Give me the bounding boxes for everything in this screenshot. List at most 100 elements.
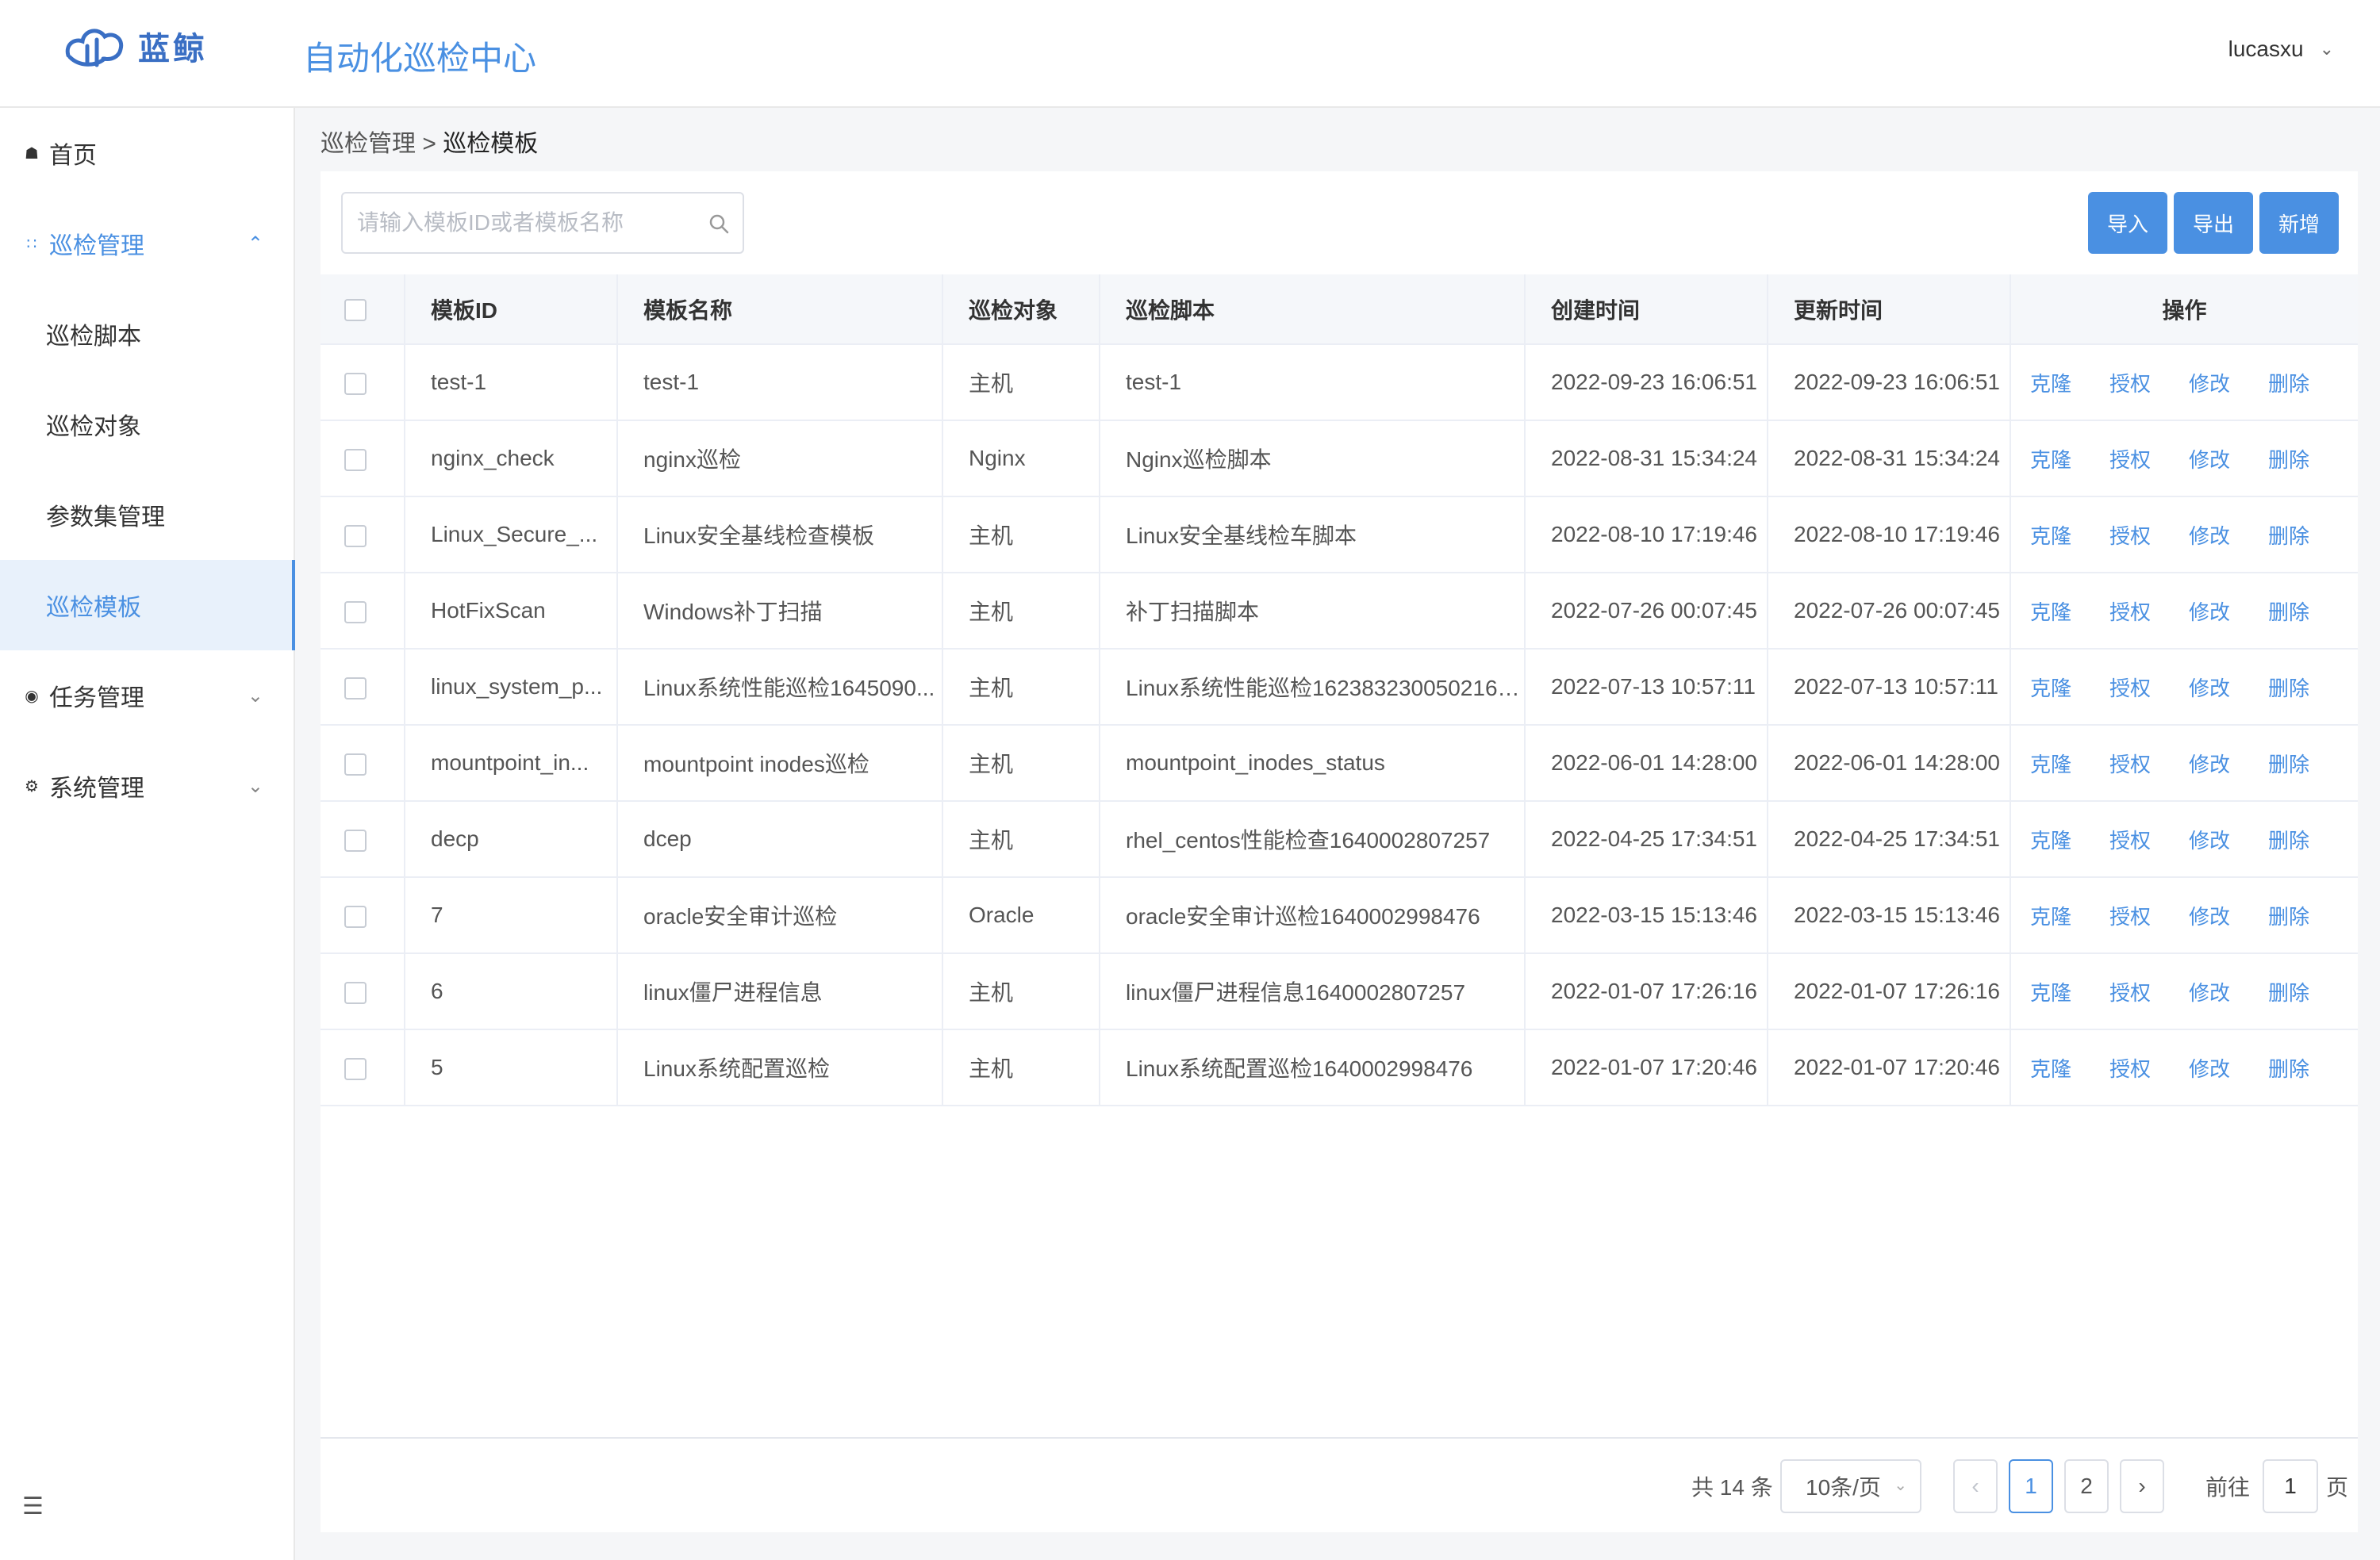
table-row: nginx_check nginx巡检 Nginx Nginx巡检脚本 2022-08-… — [321, 420, 2358, 497]
delete-link[interactable]: 删除 — [2249, 673, 2328, 702]
clone-link[interactable]: 克隆 — [2011, 368, 2090, 397]
row-actions: 克隆 授权 修改 删除 — [2010, 1029, 2358, 1106]
edit-link[interactable]: 修改 — [2170, 1053, 2249, 1083]
user-menu[interactable]: lucasxu ⌄ — [2228, 36, 2334, 62]
sidebar-item-inspection-templates[interactable]: 巡检模板 — [0, 560, 295, 650]
delete-link[interactable]: 删除 — [2249, 368, 2328, 397]
edit-link[interactable]: 修改 — [2170, 901, 2249, 930]
cell-updated: 2022-01-07 17:26:16 — [1768, 953, 2011, 1030]
edit-link[interactable]: 修改 — [2170, 749, 2249, 778]
delete-link[interactable]: 删除 — [2249, 901, 2328, 930]
clone-link[interactable]: 克隆 — [2011, 520, 2090, 550]
row-checkbox[interactable] — [344, 677, 367, 700]
clone-link[interactable]: 克隆 — [2011, 1053, 2090, 1083]
clone-link[interactable]: 克隆 — [2011, 901, 2090, 930]
cell-name: Linux安全基线检查模板 — [617, 496, 943, 573]
cell-id: mountpoint_in... — [405, 725, 618, 802]
delete-link[interactable]: 删除 — [2249, 749, 2328, 778]
row-checkbox[interactable] — [344, 981, 367, 1004]
authorize-link[interactable]: 授权 — [2090, 825, 2170, 854]
chevron-down-icon: ⌄ — [247, 684, 263, 707]
row-checkbox[interactable] — [344, 829, 367, 852]
export-button[interactable]: 导出 — [2174, 192, 2253, 254]
sidebar-item-inspection-scripts[interactable]: 巡检脚本 — [0, 289, 294, 379]
row-checkbox[interactable] — [344, 448, 367, 471]
cell-id: linux_system_p... — [405, 649, 618, 726]
authorize-link[interactable]: 授权 — [2090, 673, 2170, 702]
sidebar-item-label: 巡检管理 — [49, 233, 144, 259]
edit-link[interactable]: 修改 — [2170, 825, 2249, 854]
next-page-button[interactable]: › — [2120, 1459, 2164, 1513]
authorize-link[interactable]: 授权 — [2090, 444, 2170, 473]
authorize-link[interactable]: 授权 — [2090, 901, 2170, 930]
clone-link[interactable]: 克隆 — [2011, 825, 2090, 854]
select-all-checkbox[interactable] — [344, 299, 367, 322]
authorize-link[interactable]: 授权 — [2090, 977, 2170, 1006]
edit-link[interactable]: 修改 — [2170, 444, 2249, 473]
sidebar-item-system-management[interactable]: ⚙ 系统管理 ⌄ — [0, 741, 294, 831]
cell-created: 2022-08-10 17:19:46 — [1525, 496, 1768, 573]
cell-script: Linux系统性能巡检1623832300502164... — [1100, 649, 1526, 726]
page-size-select[interactable]: 10条/页 ⌄ — [1780, 1459, 1921, 1513]
row-checkbox[interactable] — [344, 905, 367, 928]
bluewhale-logo-icon — [65, 29, 124, 67]
clone-link[interactable]: 克隆 — [2011, 673, 2090, 702]
authorize-link[interactable]: 授权 — [2090, 520, 2170, 550]
delete-link[interactable]: 删除 — [2249, 596, 2328, 626]
delete-link[interactable]: 删除 — [2249, 825, 2328, 854]
cell-name: linux僵尸进程信息 — [617, 953, 943, 1030]
cell-script: 补丁扫描脚本 — [1100, 573, 1526, 650]
row-checkbox-cell — [321, 344, 405, 421]
edit-link[interactable]: 修改 — [2170, 673, 2249, 702]
row-checkbox-cell — [321, 420, 405, 497]
authorize-link[interactable]: 授权 — [2090, 749, 2170, 778]
goto-page-input[interactable] — [2263, 1459, 2318, 1513]
edit-link[interactable]: 修改 — [2170, 520, 2249, 550]
sidebar-item-inspection-targets[interactable]: 巡检对象 — [0, 379, 294, 470]
clone-link[interactable]: 克隆 — [2011, 444, 2090, 473]
logo-text: 蓝鲸 — [138, 32, 208, 67]
row-checkbox[interactable] — [344, 1057, 367, 1080]
breadcrumb-parent[interactable]: 巡检管理 — [321, 131, 416, 157]
clone-link[interactable]: 克隆 — [2011, 977, 2090, 1006]
row-checkbox[interactable] — [344, 524, 367, 547]
authorize-link[interactable]: 授权 — [2090, 596, 2170, 626]
row-checkbox[interactable] — [344, 600, 367, 623]
edit-link[interactable]: 修改 — [2170, 596, 2249, 626]
delete-link[interactable]: 删除 — [2249, 520, 2328, 550]
delete-link[interactable]: 删除 — [2249, 977, 2328, 1006]
edit-link[interactable]: 修改 — [2170, 977, 2249, 1006]
prev-page-button[interactable]: ‹ — [1953, 1459, 1998, 1513]
cell-updated: 2022-07-26 00:07:45 — [1768, 573, 2011, 650]
clone-link[interactable]: 克隆 — [2011, 596, 2090, 626]
home-icon: ☗ — [25, 144, 39, 163]
page-button-1[interactable]: 1 — [2009, 1459, 2053, 1513]
table-row: test-1 test-1 主机 test-1 2022-09-23 16:06:51 2… — [321, 344, 2358, 421]
edit-link[interactable]: 修改 — [2170, 368, 2249, 397]
authorize-link[interactable]: 授权 — [2090, 368, 2170, 397]
delete-link[interactable]: 删除 — [2249, 444, 2328, 473]
sidebar-item-home[interactable]: ☗ 首页 — [0, 108, 294, 198]
collapse-menu-icon[interactable]: ☰ — [22, 1493, 44, 1520]
authorize-link[interactable]: 授权 — [2090, 1053, 2170, 1083]
search-icon[interactable] — [708, 213, 730, 235]
row-checkbox[interactable] — [344, 372, 367, 395]
sidebar-item-inspection-management[interactable]: ∷ 巡检管理 ⌃ — [0, 198, 294, 289]
search-input[interactable] — [343, 194, 692, 252]
task-icon: ◉ — [25, 687, 39, 705]
sidebar-item-parameter-sets[interactable]: 参数集管理 — [0, 470, 294, 560]
page-button-2[interactable]: 2 — [2064, 1459, 2109, 1513]
row-checkbox[interactable] — [344, 753, 367, 776]
row-actions: 克隆 授权 修改 删除 — [2010, 496, 2358, 573]
cell-target: 主机 — [942, 953, 1100, 1030]
cell-id: decp — [405, 801, 618, 878]
sidebar-item-task-management[interactable]: ◉ 任务管理 ⌄ — [0, 650, 294, 741]
logo[interactable]: 蓝鲸 — [63, 21, 208, 71]
delete-link[interactable]: 删除 — [2249, 1053, 2328, 1083]
clone-link[interactable]: 克隆 — [2011, 749, 2090, 778]
import-button[interactable]: 导入 — [2088, 192, 2167, 254]
column-header: 创建时间 — [1525, 274, 1768, 345]
cell-updated: 2022-08-10 17:19:46 — [1768, 496, 2011, 573]
new-button[interactable]: 新增 — [2259, 192, 2339, 254]
username: lucasxu — [2228, 36, 2304, 61]
